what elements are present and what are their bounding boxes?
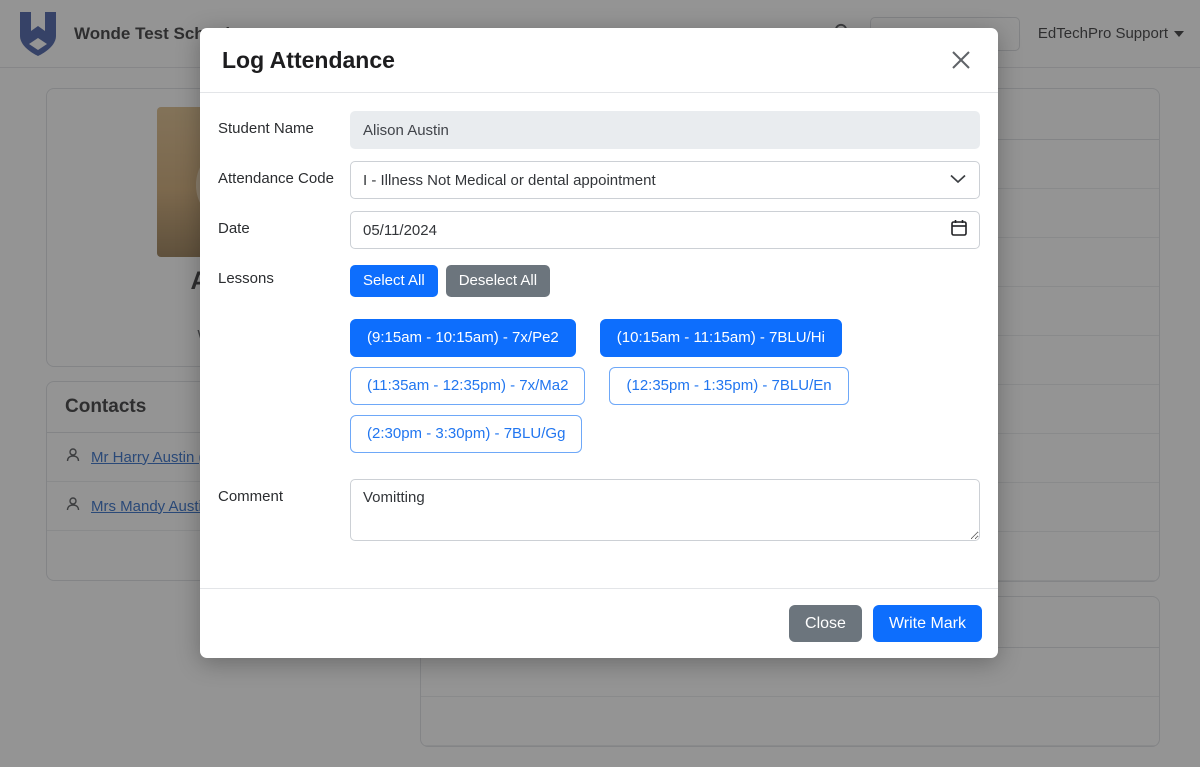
attendance-code-select-wrap[interactable] xyxy=(350,161,980,199)
lesson-toggle[interactable]: (10:15am - 11:15am) - 7BLU/Hi xyxy=(599,319,842,357)
lesson-list: (9:15am - 10:15am) - 7x/Pe2 (10:15am - 1… xyxy=(350,319,980,453)
modal-header: Log Attendance xyxy=(200,28,998,93)
date-label: Date xyxy=(218,220,250,237)
attendance-code-row: Attendance Code xyxy=(218,161,982,199)
lesson-toggle[interactable]: (11:35am - 12:35pm) - 7x/Ma2 xyxy=(350,367,586,405)
attendance-code-select[interactable] xyxy=(350,161,980,199)
deselect-all-button[interactable]: Deselect All xyxy=(445,265,551,297)
comment-label: Comment xyxy=(218,488,284,505)
comment-row: Comment xyxy=(218,479,982,546)
student-name-field[interactable] xyxy=(350,111,980,149)
lesson-bulk-actions: Select All Deselect All xyxy=(350,261,980,297)
lessons-row: Lessons Select All Deselect All (9:15am … xyxy=(218,261,982,453)
modal-footer: Close Write Mark xyxy=(200,588,998,658)
date-input[interactable] xyxy=(350,211,980,249)
lesson-toggle[interactable]: (2:30pm - 3:30pm) - 7BLU/Gg xyxy=(350,415,583,453)
student-name-row: Student Name xyxy=(218,111,982,149)
lesson-toggle[interactable]: (9:15am - 10:15am) - 7x/Pe2 xyxy=(350,319,576,357)
date-input-wrap[interactable] xyxy=(350,211,980,249)
date-row: Date xyxy=(218,211,982,249)
write-mark-button[interactable]: Write Mark xyxy=(872,604,982,643)
modal-body: Student Name Attendance Code xyxy=(200,93,998,588)
close-button[interactable]: Close xyxy=(789,604,862,643)
select-all-button[interactable]: Select All xyxy=(350,265,438,297)
lesson-toggle[interactable]: (12:35pm - 1:35pm) - 7BLU/En xyxy=(609,367,849,405)
close-icon[interactable] xyxy=(946,45,976,75)
modal-title: Log Attendance xyxy=(222,46,395,73)
attendance-code-label: Attendance Code xyxy=(218,170,334,187)
lessons-label: Lessons xyxy=(218,270,274,287)
student-name-label: Student Name xyxy=(218,120,314,137)
comment-textarea[interactable] xyxy=(350,479,980,541)
log-attendance-modal: Log Attendance Student Name Attendance C… xyxy=(200,28,998,658)
